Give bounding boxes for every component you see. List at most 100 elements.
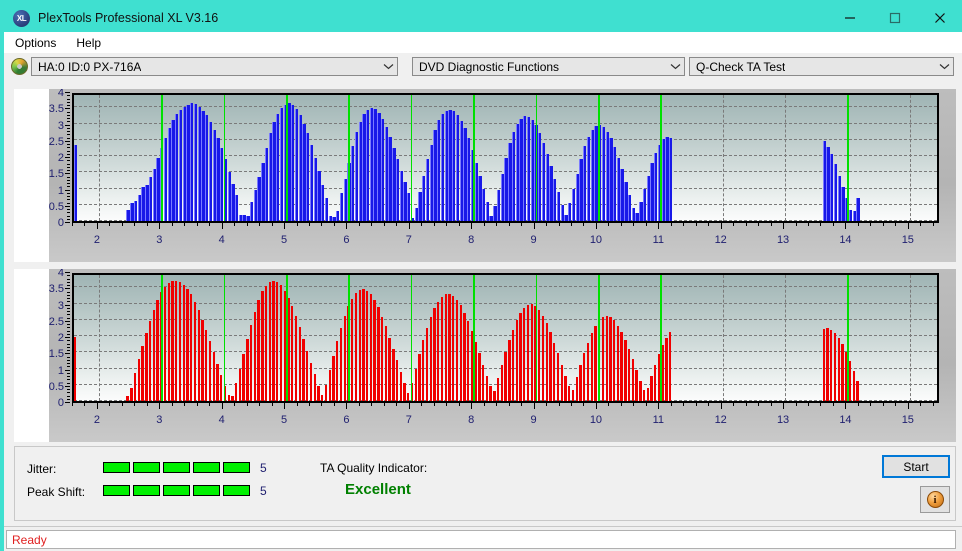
x-minor-tick: [645, 223, 647, 226]
x-tick-mark: [720, 223, 722, 229]
y-minor-tick: [67, 101, 70, 103]
chart-bar: [126, 396, 129, 401]
window-title: PlexTools Professional XL V3.16: [38, 11, 219, 25]
x-minor-tick: [171, 223, 173, 226]
chart-bar: [624, 339, 627, 401]
x-tick-label: 12: [714, 414, 727, 426]
meter-block: [223, 462, 250, 473]
x-minor-tick: [196, 403, 198, 406]
y-minor-tick: [67, 134, 70, 136]
chart-bar: [545, 323, 548, 401]
x-minor-tick: [570, 403, 572, 406]
y-tick-label: 0.5: [48, 200, 64, 213]
y-minor-tick: [67, 111, 70, 113]
x-tick-label: 10: [589, 414, 603, 426]
x-tick-label: 6: [343, 414, 350, 426]
marker-line: [348, 95, 351, 221]
function-select[interactable]: DVD Diagnostic Functions: [412, 57, 685, 76]
x-minor-tick: [695, 223, 697, 226]
x-tick-label: 3: [156, 414, 163, 426]
x-minor-tick: [234, 223, 236, 226]
x-minor-tick: [146, 403, 148, 406]
chart-bar: [279, 285, 283, 401]
x-minor-tick: [358, 223, 360, 226]
x-minor-tick: [670, 403, 672, 406]
x-minor-tick: [733, 403, 735, 406]
x-tick-mark: [595, 223, 597, 229]
chart-bar: [343, 315, 346, 401]
x-minor-tick: [920, 403, 922, 406]
test-select-value: Q-Check TA Test: [696, 59, 786, 74]
chart-bar: [216, 363, 219, 401]
chart-bar: [257, 300, 260, 401]
chart-bar: [848, 361, 852, 401]
chart-bar: [395, 360, 399, 401]
x-minor-tick: [196, 223, 198, 226]
start-button[interactable]: Start: [882, 455, 950, 478]
y-minor-tick: [67, 311, 70, 312]
x-minor-tick: [882, 223, 884, 226]
x-minor-tick: [857, 223, 859, 226]
y-minor-tick: [67, 98, 70, 100]
menu-item-help[interactable]: Help: [67, 34, 110, 52]
y-tick-label: 1.5: [48, 348, 64, 361]
x-tick-label: 14: [839, 234, 852, 246]
chart-bar: [253, 311, 257, 401]
marker-line: [535, 95, 538, 221]
y-minor-tick: [67, 346, 70, 348]
y-minor-tick: [67, 359, 70, 361]
jitter-value: 5: [260, 461, 267, 475]
x-tick-mark: [408, 403, 410, 409]
x-minor-tick: [608, 223, 610, 226]
info-button[interactable]: i: [920, 486, 950, 513]
marker-line: [161, 275, 163, 401]
test-select[interactable]: Q-Check TA Test: [689, 57, 954, 76]
x-minor-tick: [882, 403, 884, 406]
x-minor-tick: [396, 403, 398, 406]
x-minor-tick: [770, 223, 772, 226]
x-minor-tick: [508, 403, 510, 406]
chart-bar: [74, 191, 78, 221]
marker-line: [161, 95, 163, 221]
y-tick-mark: [65, 189, 70, 191]
chart-bar: [530, 304, 533, 401]
bar-series-top: [74, 95, 937, 221]
marker-line: [660, 95, 662, 221]
chart-bar: [437, 301, 440, 401]
chart-bar: [564, 375, 567, 401]
x-tick-label: 11: [652, 234, 665, 246]
x-minor-tick: [271, 403, 273, 406]
maximize-icon[interactable]: [872, 4, 917, 32]
chart-bar: [538, 310, 541, 401]
chart-bar: [526, 305, 530, 401]
x-minor-tick: [121, 403, 123, 406]
y-tick-label: 1.5: [48, 168, 64, 181]
chart-bar: [642, 389, 646, 401]
y-minor-tick: [67, 127, 70, 129]
chart-bar: [351, 298, 354, 401]
drive-select[interactable]: HA:0 ID:0 PX-716A: [31, 57, 398, 76]
y-minor-tick: [67, 340, 70, 342]
chart-bar: [594, 326, 597, 401]
window-controls: [827, 4, 962, 32]
chart-bar: [249, 324, 253, 401]
x-minor-tick: [683, 223, 685, 226]
x-minor-tick: [259, 403, 261, 406]
x-minor-tick: [895, 403, 897, 406]
close-icon[interactable]: [917, 4, 962, 32]
minimize-icon[interactable]: [827, 4, 872, 32]
chart-bar: [425, 327, 429, 401]
menu-item-options[interactable]: Options: [6, 34, 65, 52]
chart-bar: [654, 364, 657, 401]
title-bar: XL PlexTools Professional XL V3.16: [4, 4, 962, 32]
chart-bar: [837, 337, 840, 401]
chart-bar: [377, 307, 380, 401]
y-minor-tick: [67, 137, 70, 139]
chart-bar: [212, 352, 215, 401]
chart-bar: [474, 341, 477, 401]
x-tick-mark: [907, 223, 909, 229]
chart-bar: [193, 301, 197, 401]
marker-line: [847, 95, 850, 221]
chart-bar: [291, 306, 294, 401]
chart-bar: [324, 384, 328, 401]
